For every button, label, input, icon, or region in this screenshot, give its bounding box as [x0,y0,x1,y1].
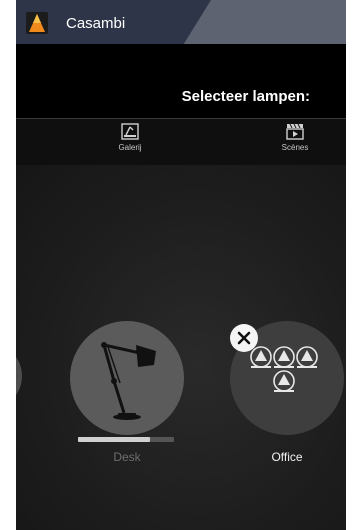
tab-gallery-label: Galerij [118,143,142,152]
dimmer-bar-fill [78,437,150,442]
lamp-selection-area: Desk Office [16,165,346,530]
lamp-item-desk[interactable] [70,321,184,435]
tab-scenes[interactable]: Scènes [260,123,330,161]
app-tab-casambi[interactable]: Casambi [16,0,211,44]
gallery-icon [121,123,139,140]
sub-tab-bar: Galerij Scènes [16,118,346,166]
close-icon [237,331,251,345]
tab-bar: Casambi [16,0,346,44]
tab-gallery[interactable]: Galerij [95,123,165,161]
tab-scenes-label: Scènes [281,143,309,152]
page-header: Selecteer lampen: [16,44,346,118]
casambi-logo-icon [26,12,48,34]
app-title: Casambi [66,15,126,32]
lamp-label-desk: Desk [113,450,141,464]
scenes-icon [286,123,304,140]
app-screen: Casambi Selecteer lampen: Galerij Scènes… [16,0,346,530]
page-title: Selecteer lampen: [181,88,310,105]
lamp-label-office: Office [271,450,303,464]
remove-lamp-button[interactable] [230,324,258,352]
desk-lamp-icon [101,342,156,420]
lamp-item-partial[interactable] [16,343,22,409]
dimmer-bar-desk[interactable] [78,437,174,442]
